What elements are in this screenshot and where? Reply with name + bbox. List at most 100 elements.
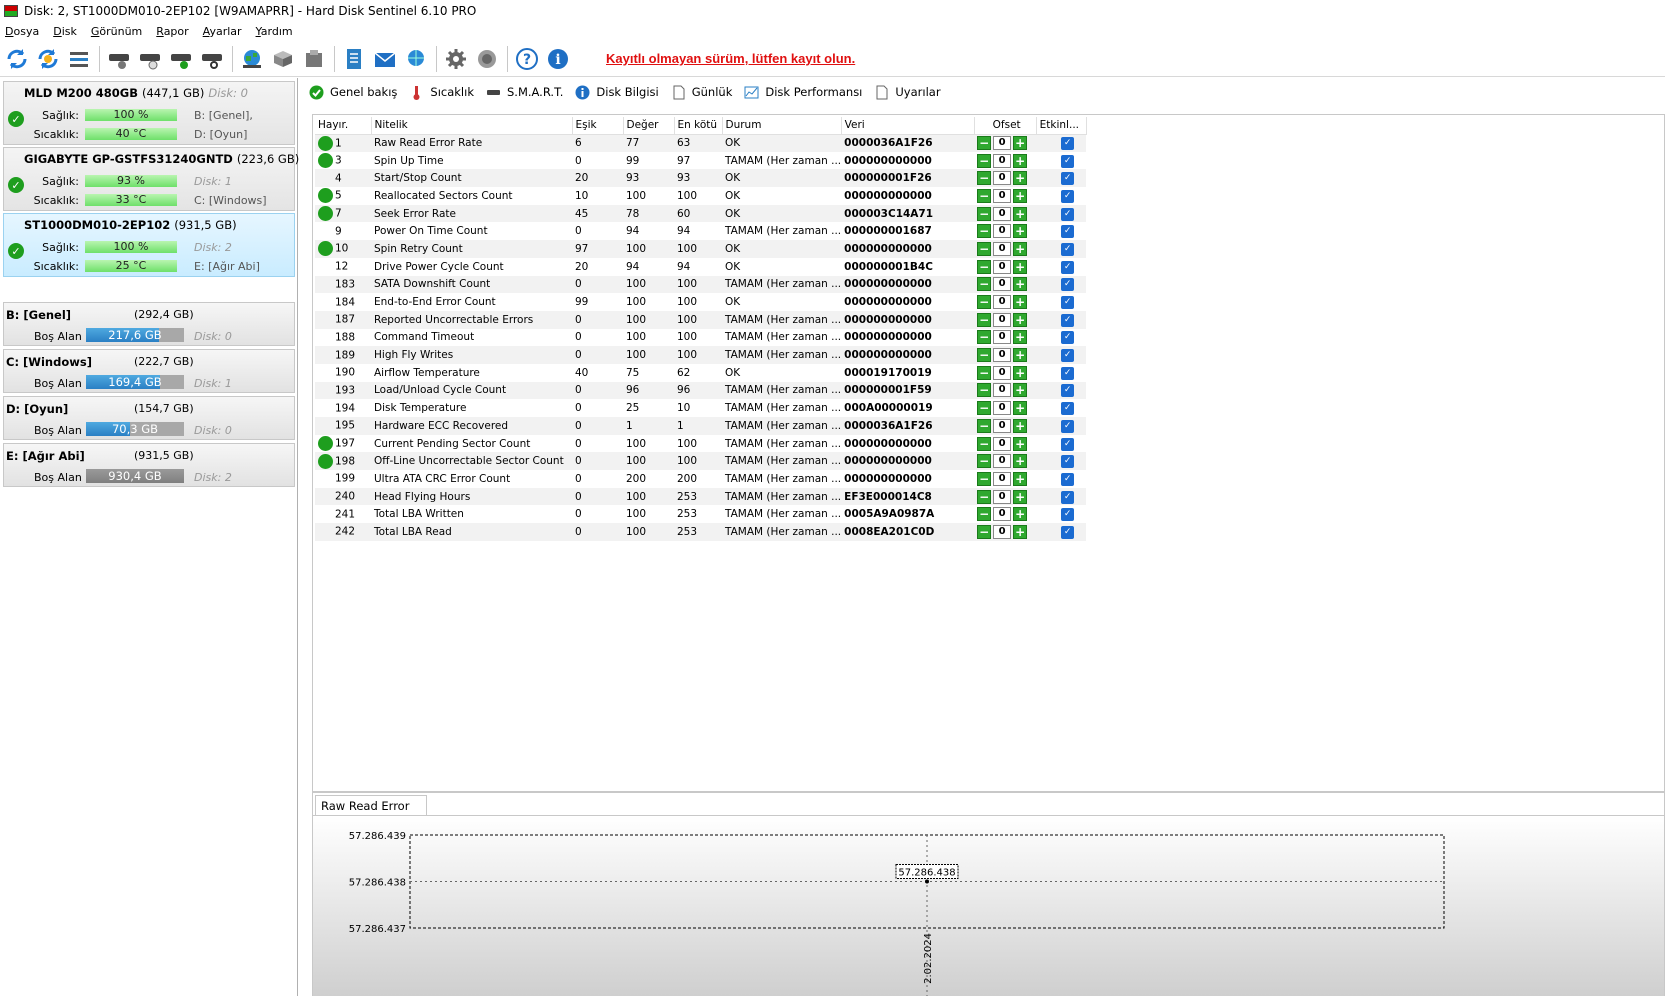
minus-icon[interactable]: − [977, 241, 992, 256]
table-row[interactable]: 4 Start/Stop Count 20 93 93 OK 000000001F26−0 +… [315, 169, 1087, 188]
offset-value[interactable]: 0 [993, 136, 1012, 151]
enabled-checkbox[interactable]: ✓ [1061, 172, 1075, 186]
minus-icon[interactable]: − [977, 418, 992, 433]
menu-ayarlar[interactable]: Ayarlar [198, 25, 251, 38]
col-status[interactable]: Durum [722, 117, 842, 135]
disk-list-icon[interactable] [66, 46, 92, 72]
graph-tab[interactable]: Raw Read Error Rate [315, 795, 427, 827]
disk-card-0[interactable]: MLD M200 480GB (447,1 GB) Disk: 0 ✓ Sağl… [3, 81, 295, 145]
offset-value[interactable]: 0 [993, 507, 1012, 522]
plus-icon[interactable]: + [1013, 348, 1028, 363]
table-row[interactable]: 184 End-to-End Error Count 99 100 100 OK 00000… [315, 293, 1086, 311]
offset-value[interactable]: 0 [993, 348, 1012, 363]
minus-icon[interactable]: − [977, 153, 992, 168]
minus-icon[interactable]: − [977, 489, 992, 504]
minus-icon[interactable]: − [977, 206, 992, 221]
minus-icon[interactable]: − [977, 277, 992, 292]
disk-tool-icon[interactable] [106, 46, 132, 72]
table-row[interactable]: 9 Power On Time Count 0 94 94 TAMAM (Her zama… [315, 222, 1086, 240]
offset-value[interactable]: 0 [993, 489, 1012, 504]
table-row[interactable]: 3 Spin Up Time 0 99 97 TAMAM (Her zaman ... 00… [315, 152, 1086, 170]
plus-icon[interactable]: + [1013, 524, 1028, 539]
enabled-checkbox[interactable]: ✓ [1061, 490, 1075, 504]
minus-icon[interactable]: − [977, 348, 992, 363]
minus-icon[interactable]: − [977, 188, 992, 203]
enabled-checkbox[interactable]: ✓ [1061, 154, 1075, 168]
col-value[interactable]: Değer [623, 117, 675, 135]
enabled-checkbox[interactable]: ✓ [1061, 366, 1075, 380]
enabled-checkbox[interactable]: ✓ [1061, 242, 1075, 256]
offset-value[interactable]: 0 [993, 365, 1012, 380]
plus-icon[interactable]: + [1013, 171, 1028, 186]
plus-icon[interactable]: + [1013, 277, 1028, 292]
minus-icon[interactable]: − [977, 171, 992, 186]
gear-icon[interactable] [443, 46, 469, 72]
minus-icon[interactable]: − [977, 136, 992, 151]
tab-performance[interactable]: Disk Performansı [740, 81, 870, 103]
table-row[interactable]: 240 Head Flying Hours 0 100 253 TAMAM (Her za… [315, 487, 1087, 506]
plus-icon[interactable]: + [1013, 436, 1028, 451]
enabled-checkbox[interactable]: ✓ [1061, 455, 1075, 469]
plus-icon[interactable]: + [1013, 153, 1028, 168]
offset-value[interactable]: 0 [993, 188, 1012, 203]
enabled-checkbox[interactable]: ✓ [1061, 313, 1075, 327]
enabled-checkbox[interactable]: ✓ [1061, 508, 1075, 522]
enabled-checkbox[interactable]: ✓ [1061, 225, 1075, 239]
offset-value[interactable]: 0 [993, 171, 1012, 186]
offset-value[interactable]: 0 [993, 241, 1012, 256]
col-worst[interactable]: En kötü [674, 117, 723, 135]
table-row[interactable]: 187 Reported Uncorrectable Errors 0 100 100 T… [315, 310, 1087, 329]
minus-icon[interactable]: − [977, 383, 992, 398]
enabled-checkbox[interactable]: ✓ [1061, 525, 1075, 539]
plus-icon[interactable]: + [1013, 383, 1028, 398]
volume-card-e[interactable]: E: [Ağır Abi] (931,5 GB) Boş Alan 930,4 … [3, 443, 295, 487]
volume-card-b[interactable]: B: [Genel] (292,4 GB) Boş Alan 217,6 GB … [3, 302, 295, 346]
network-icon[interactable] [403, 46, 429, 72]
speaker-icon[interactable] [474, 46, 500, 72]
table-row[interactable]: 5 Reallocated Sectors Count 10 100 100 OK 0000… [315, 187, 1086, 205]
plus-icon[interactable]: + [1013, 489, 1028, 504]
drive-bay-2-icon[interactable] [301, 46, 327, 72]
minus-icon[interactable]: − [977, 507, 992, 522]
tab-alerts[interactable]: Uyarılar [870, 81, 948, 103]
offset-value[interactable]: 0 [993, 153, 1012, 168]
plus-icon[interactable]: + [1013, 401, 1028, 416]
volume-card-d[interactable]: D: [Oyun] (154,7 GB) Boş Alan 70,3 GB Di… [3, 396, 295, 440]
mail-icon[interactable] [372, 46, 398, 72]
table-row[interactable]: 189 High Fly Writes 0 100 100 TAMAM (Her zama… [315, 346, 1087, 364]
table-row[interactable]: 193 Load/Unload Cycle Count 0 96 96 TAMAM (He… [315, 381, 1087, 400]
disk-check-icon[interactable] [168, 46, 194, 72]
table-row[interactable]: 7 Seek Error Rate 45 78 60 OK 000003C14A71−0 + ✓ [315, 204, 1087, 223]
menu-rapor[interactable]: Rapor [151, 25, 197, 38]
plus-icon[interactable]: + [1013, 206, 1028, 221]
plus-icon[interactable]: + [1013, 471, 1028, 486]
plus-icon[interactable]: + [1013, 365, 1028, 380]
table-row[interactable]: 194 Disk Temperature 0 25 10 TAMAM (Her zaman… [315, 399, 1086, 417]
col-data[interactable]: Veri [841, 117, 975, 135]
plus-icon[interactable]: + [1013, 454, 1028, 469]
minus-icon[interactable]: − [977, 330, 992, 345]
plus-icon[interactable]: + [1013, 507, 1028, 522]
enabled-checkbox[interactable]: ✓ [1061, 331, 1075, 345]
minus-icon[interactable]: − [977, 312, 992, 327]
plus-icon[interactable]: + [1013, 136, 1028, 151]
offset-value[interactable]: 0 [993, 330, 1012, 345]
minus-icon[interactable]: − [977, 295, 992, 310]
col-id[interactable]: Hayır. [315, 117, 372, 135]
enabled-checkbox[interactable]: ✓ [1061, 189, 1075, 203]
minus-icon[interactable]: − [977, 454, 992, 469]
minus-icon[interactable]: − [977, 401, 992, 416]
offset-value[interactable]: 0 [993, 206, 1012, 221]
table-row[interactable]: 242 Total LBA Read 0 100 253 TAMAM (Her zaman… [315, 523, 1087, 541]
enabled-checkbox[interactable]: ✓ [1061, 402, 1075, 416]
tab-smart[interactable]: S.M.A.R.T. [482, 81, 571, 103]
help-icon[interactable]: ? [514, 46, 540, 72]
offset-value[interactable]: 0 [993, 277, 1012, 292]
plus-icon[interactable]: + [1013, 295, 1028, 310]
offset-value[interactable]: 0 [993, 295, 1012, 310]
minus-icon[interactable]: − [977, 259, 992, 274]
offset-value[interactable]: 0 [993, 436, 1012, 451]
table-row[interactable]: 188 Command Timeout 0 100 100 TAMAM (Her zama… [315, 329, 1086, 347]
menu-gorunum[interactable]: Görünüm [86, 25, 151, 38]
offset-value[interactable]: 0 [993, 383, 1012, 398]
